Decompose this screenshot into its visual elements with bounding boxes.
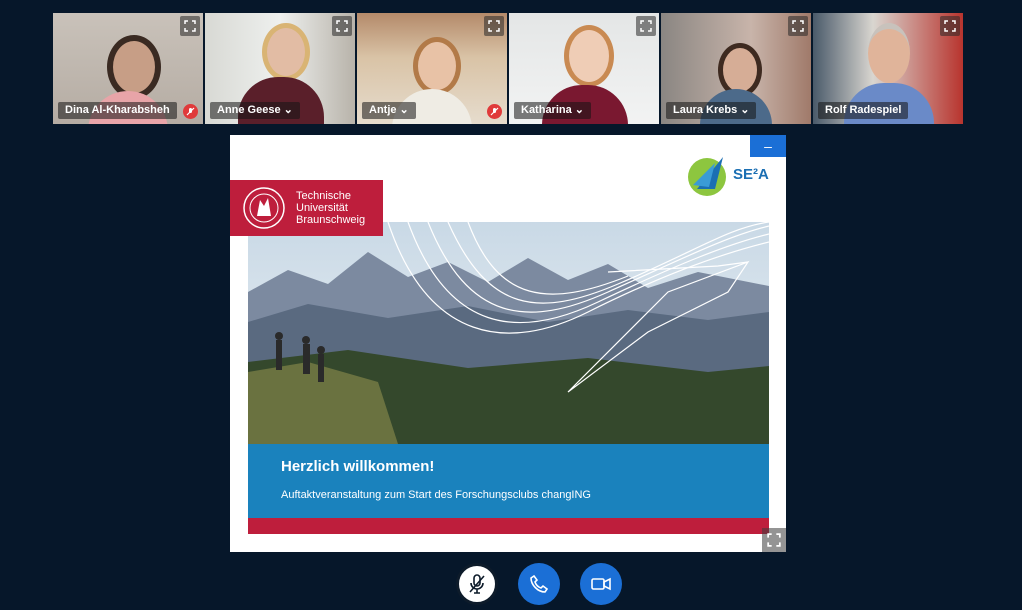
participant-tile[interactable]: Rolf Radespiel [813, 13, 963, 124]
banner-accent-bar [248, 518, 769, 534]
video-camera-icon [591, 577, 611, 591]
slide-photo [248, 222, 769, 444]
fullscreen-icon[interactable] [484, 16, 504, 36]
slide-title: Herzlich willkommen! [281, 458, 435, 475]
participant-strip: Dina Al-Kharabsheh Anne Geese ⌄ Antje ⌄ [53, 13, 963, 124]
fullscreen-icon[interactable] [762, 528, 786, 552]
fullscreen-icon[interactable] [180, 16, 200, 36]
phone-icon [530, 575, 548, 593]
participant-name: Dina Al-Kharabsheh [58, 102, 177, 119]
participant-tile[interactable]: Anne Geese ⌄ [205, 13, 355, 124]
slide-subtitle: Auftaktveranstaltung zum Start des Forsc… [281, 489, 591, 501]
participant-name[interactable]: Anne Geese ⌄ [210, 102, 300, 119]
camera-button[interactable] [580, 563, 622, 605]
call-controls [456, 563, 622, 605]
presentation-slide: Technische Universität Braunschweig SE²A [230, 135, 786, 552]
participant-tile[interactable]: Dina Al-Kharabsheh [53, 13, 203, 124]
university-seal-icon [243, 187, 285, 229]
participant-name[interactable]: Antje ⌄ [362, 102, 416, 119]
muted-icon [487, 104, 502, 119]
participant-name[interactable]: Laura Krebs ⌄ [666, 102, 757, 119]
partner-logo: SE²A [685, 151, 769, 197]
mute-button[interactable] [456, 563, 498, 605]
muted-icon [183, 104, 198, 119]
university-name: Technische Universität Braunschweig [296, 190, 366, 226]
microphone-muted-icon [469, 574, 485, 594]
fullscreen-icon[interactable] [940, 16, 960, 36]
minimize-presentation-button[interactable]: – [750, 135, 786, 157]
title-banner: Herzlich willkommen! Auftaktveranstaltun… [248, 444, 769, 518]
fullscreen-icon[interactable] [788, 16, 808, 36]
fullscreen-icon[interactable] [636, 16, 656, 36]
participant-tile[interactable]: Katharina ⌄ [509, 13, 659, 124]
se2a-logo-icon [688, 157, 726, 196]
leave-call-button[interactable] [518, 563, 560, 605]
participant-tile[interactable]: Laura Krebs ⌄ [661, 13, 811, 124]
participant-name: Rolf Radespiel [818, 102, 909, 119]
university-logo: Technische Universität Braunschweig [230, 180, 383, 236]
participant-name[interactable]: Katharina ⌄ [514, 102, 592, 119]
fullscreen-icon[interactable] [332, 16, 352, 36]
participant-tile[interactable]: Antje ⌄ [357, 13, 507, 124]
